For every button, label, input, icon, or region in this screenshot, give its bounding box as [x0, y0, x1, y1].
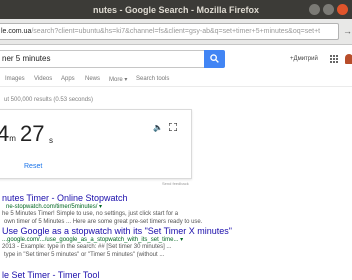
window-title: nutes - Google Search - Mozilla Firefox: [92, 4, 260, 15]
url-path: /search?client=ubuntu&hs=ki7&channel=fs&…: [31, 28, 321, 35]
search-tabs: Images Videos Apps News More ▾ Search to…: [0, 73, 352, 87]
apps-grid-icon[interactable]: [330, 55, 338, 63]
go-arrow-icon[interactable]: →: [343, 27, 352, 36]
result-title[interactable]: nutes Timer - Online Stopwatch: [0, 193, 352, 203]
notification-icon[interactable]: [345, 54, 352, 64]
search-icon: [210, 54, 219, 63]
url-bar[interactable]: le.com.ua/search?client=ubuntu&hs=ki7&ch…: [0, 23, 339, 40]
result-snippet: own timer of 5 Minutes ... Here are some…: [4, 219, 203, 225]
timer-minutes-unit: m: [9, 134, 16, 143]
window-titlebar: nutes - Google Search - Mozilla Firefox: [0, 0, 352, 19]
timer-card: 4m 27 s 🔈 Reset: [0, 109, 192, 179]
tab-videos[interactable]: Videos: [34, 76, 52, 82]
result-title[interactable]: le Set Timer - Timer Tool: [0, 270, 352, 280]
window-controls: [309, 4, 348, 15]
result-snippet: 2013 - Example: type in the search: ## […: [2, 244, 172, 250]
send-feedback-link[interactable]: Send feedback: [162, 181, 189, 186]
reset-button[interactable]: Reset: [24, 163, 42, 170]
search-result: nutes Timer - Online Stopwatch ne-stopwa…: [0, 193, 352, 226]
tab-more[interactable]: More ▾: [109, 76, 127, 83]
minimize-button[interactable]: [309, 4, 320, 15]
close-button[interactable]: [337, 4, 348, 15]
tab-images[interactable]: Images: [5, 76, 25, 82]
search-input[interactable]: ner 5 minutes: [0, 50, 206, 68]
timer-seconds: 27: [20, 121, 45, 146]
timer-minutes: 4: [0, 121, 10, 146]
search-result: Use Google as a stopwatch with its "Set …: [0, 226, 352, 259]
result-snippet: he 5 Minutes Timer! Simple to use, no se…: [2, 211, 179, 217]
tab-search-tools[interactable]: Search tools: [136, 76, 169, 82]
account-link[interactable]: +Дмитрий: [290, 56, 318, 62]
search-header: ner 5 minutes +Дмитрий: [0, 45, 352, 73]
url-host: le.com.ua: [1, 28, 32, 35]
fullscreen-icon[interactable]: [169, 123, 177, 131]
timer-seconds-unit: s: [49, 136, 53, 145]
tab-news[interactable]: News: [85, 76, 100, 82]
tab-apps[interactable]: Apps: [61, 76, 75, 82]
maximize-button[interactable]: [323, 4, 334, 15]
browser-navbar: le.com.ua/search?client=ubuntu&hs=ki7&ch…: [0, 19, 352, 45]
result-url: ...google.com/.../use_google_as_a_stopwa…: [2, 237, 184, 243]
result-snippet: type in "Set timer 5 minutes" or "Timer …: [4, 252, 165, 258]
timer-display: 4m 27 s: [0, 121, 53, 147]
search-result: le Set Timer - Timer Tool: [0, 270, 352, 280]
result-stats: ut 500,000 results (0.53 seconds): [4, 97, 94, 103]
search-button[interactable]: [204, 50, 225, 68]
result-title[interactable]: Use Google as a stopwatch with its "Set …: [0, 226, 352, 236]
volume-icon[interactable]: 🔈: [153, 123, 163, 132]
result-url: ne-stopwatch.com/timer/5minutes/ ▾: [6, 204, 103, 210]
